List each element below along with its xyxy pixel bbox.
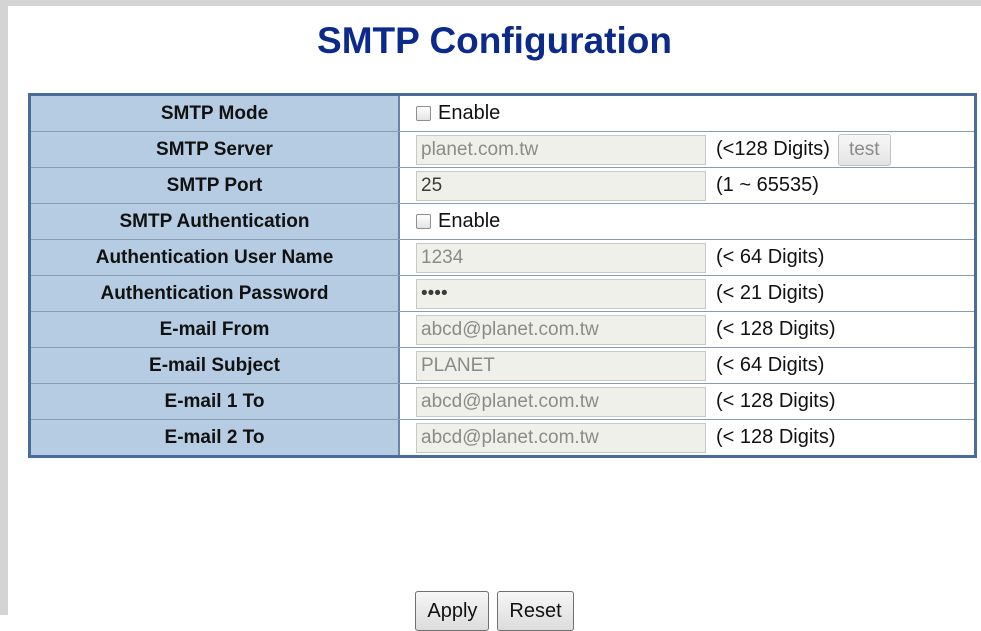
email-2-to-input[interactable]: abcd@planet.com.tw <box>416 422 706 453</box>
row-smtp-mode: SMTP Mode Enable <box>31 96 974 131</box>
page-title: SMTP Configuration <box>317 20 672 61</box>
email-subject-input[interactable]: PLANET <box>416 350 706 381</box>
row-email-subject: E-mail Subject PLANET (< 64 Digits) <box>31 347 974 383</box>
email-from-input[interactable]: abcd@planet.com.tw <box>416 314 706 345</box>
row-value: •••• (< 21 Digits) <box>400 276 974 311</box>
field-hint: (< 128 Digits) <box>716 390 836 412</box>
email-1-to-input[interactable]: abcd@planet.com.tw <box>416 386 706 417</box>
reset-button[interactable]: Reset <box>497 591 574 631</box>
row-value: planet.com.tw (<128 Digits) test <box>400 132 974 167</box>
row-value: PLANET (< 64 Digits) <box>400 348 974 383</box>
row-value: 25 (1 ~ 65535) <box>400 168 974 203</box>
row-auth-password: Authentication Password •••• (< 21 Digit… <box>31 275 974 311</box>
row-smtp-port: SMTP Port 25 (1 ~ 65535) <box>31 167 974 203</box>
smtp-mode-checkbox[interactable] <box>416 106 431 121</box>
field-hint: (< 128 Digits) <box>716 318 836 340</box>
row-label: E-mail 1 To <box>31 384 400 419</box>
smtp-server-input[interactable]: planet.com.tw <box>416 134 706 165</box>
field-hint: (< 21 Digits) <box>716 282 825 304</box>
smtp-authentication-checkbox[interactable] <box>416 214 431 229</box>
auth-user-name-input[interactable]: 1234 <box>416 242 706 273</box>
page-content: SMTP Configuration SMTP Mode Enable SMTP… <box>8 6 981 631</box>
row-label: SMTP Port <box>31 168 400 203</box>
row-value: abcd@planet.com.tw (< 128 Digits) <box>400 420 974 455</box>
checkbox-label: Enable <box>438 210 501 232</box>
window-frame-left <box>0 0 8 615</box>
form-actions: Apply Reset <box>8 591 981 631</box>
row-label: Authentication Password <box>31 276 400 311</box>
row-label: SMTP Authentication <box>31 204 400 239</box>
row-label: SMTP Server <box>31 132 400 167</box>
row-value: Enable <box>400 204 974 239</box>
row-value: Enable <box>400 96 974 131</box>
field-hint: (< 128 Digits) <box>716 426 836 448</box>
row-smtp-authentication: SMTP Authentication Enable <box>31 203 974 239</box>
checkbox-label: Enable <box>438 102 501 124</box>
row-email-from: E-mail From abcd@planet.com.tw (< 128 Di… <box>31 311 974 347</box>
row-label: E-mail Subject <box>31 348 400 383</box>
row-email-2-to: E-mail 2 To abcd@planet.com.tw (< 128 Di… <box>31 419 974 455</box>
test-button[interactable]: test <box>837 133 891 166</box>
smtp-port-input[interactable]: 25 <box>416 170 706 201</box>
apply-button[interactable]: Apply <box>415 591 490 631</box>
field-hint: (1 ~ 65535) <box>716 174 819 196</box>
row-label: E-mail From <box>31 312 400 347</box>
row-value: abcd@planet.com.tw (< 128 Digits) <box>400 384 974 419</box>
row-label: SMTP Mode <box>31 96 400 131</box>
auth-password-input[interactable]: •••• <box>416 278 706 309</box>
row-smtp-server: SMTP Server planet.com.tw (<128 Digits) … <box>31 131 974 167</box>
field-hint: (< 64 Digits) <box>716 354 825 376</box>
field-hint: (<128 Digits) <box>716 138 830 160</box>
row-value: 1234 (< 64 Digits) <box>400 240 974 275</box>
field-hint: (< 64 Digits) <box>716 246 825 268</box>
smtp-config-table: SMTP Mode Enable SMTP Server planet.com.… <box>28 93 977 458</box>
row-label: E-mail 2 To <box>31 420 400 455</box>
row-auth-user-name: Authentication User Name 1234 (< 64 Digi… <box>31 239 974 275</box>
row-email-1-to: E-mail 1 To abcd@planet.com.tw (< 128 Di… <box>31 383 974 419</box>
row-value: abcd@planet.com.tw (< 128 Digits) <box>400 312 974 347</box>
row-label: Authentication User Name <box>31 240 400 275</box>
